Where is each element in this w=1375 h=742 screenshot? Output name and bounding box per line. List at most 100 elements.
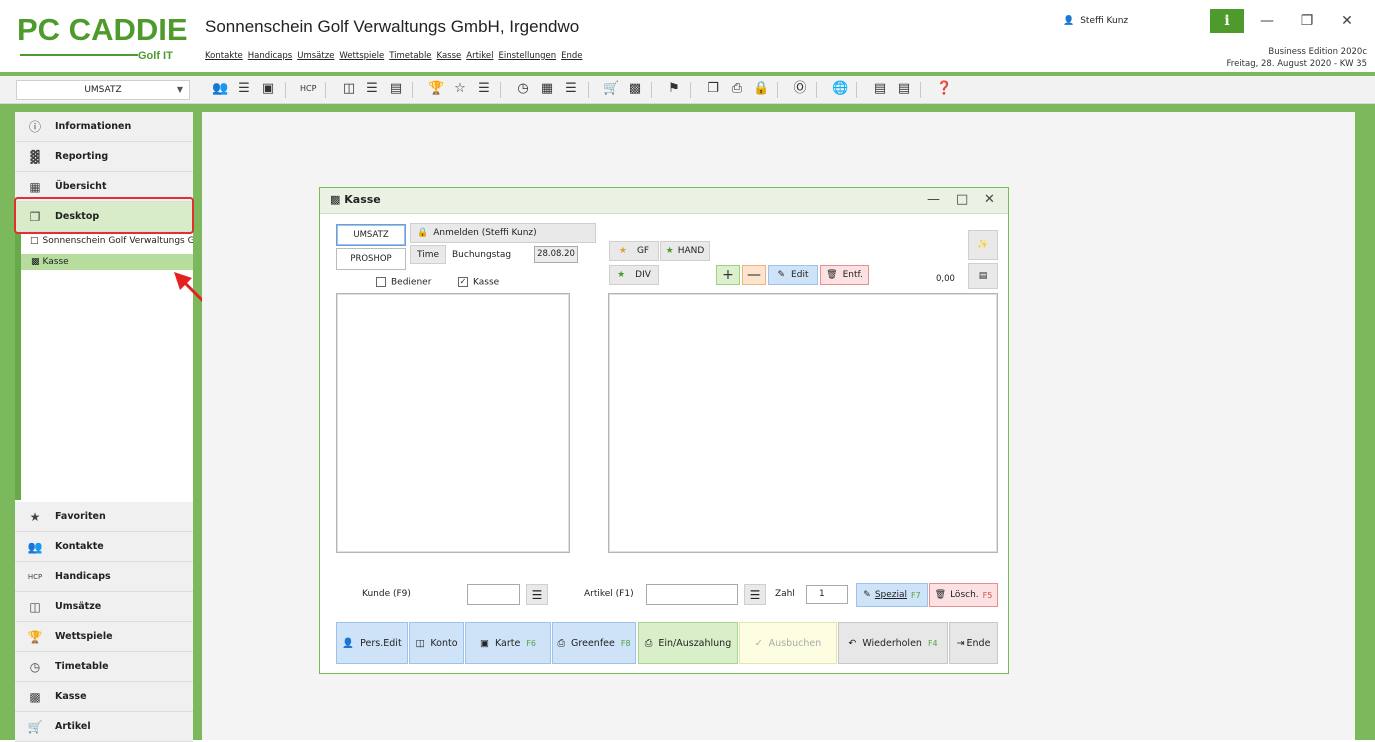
sidebar-item-wettspiele[interactable]: 🏆 Wettspiele [15,622,193,652]
maximize-icon[interactable]: □ [956,192,968,207]
document-icon[interactable]: ▤ [388,80,404,98]
anmelden-button[interactable]: 🔒 Anmelden (Steffi Kunz) [410,223,596,243]
entf-button[interactable]: 🗑 Entf. [820,265,869,285]
buchungstag-field[interactable]: 28.08.20 [534,246,578,263]
ausbuchen-button[interactable]: ✓ Ausbuchen [739,622,837,664]
lock-icon[interactable]: 🔒 [753,80,769,98]
coins-icon[interactable]: ◫ [341,80,357,98]
menu-handicaps[interactable]: Handicaps [248,51,292,61]
kunde-list-button[interactable]: ☰ [526,584,548,605]
bar-chart-icon: ▓ [30,149,40,164]
loesch-button[interactable]: 🗑 Lösch. F5 [929,583,998,607]
cash-register-icon[interactable]: ▩ [627,80,643,98]
ende-button[interactable]: ⇥ Ende [949,622,998,664]
minimize-icon[interactable]: — [1256,12,1278,30]
kasse-titlebar[interactable]: ▩ Kasse — □ ✕ [320,188,1008,214]
menu-artikel[interactable]: Artikel [466,51,493,61]
tab-proshop[interactable]: PROSHOP [336,248,406,270]
entf-label: Entf. [842,270,863,280]
menu-umsaetze[interactable]: Umsätze [297,51,334,61]
tree-item-company[interactable]: □ Sonnenschein Golf Verwaltungs Gmb [30,236,193,246]
coins-icon: ◫ [29,599,41,614]
sidebar-item-label: Wettspiele [55,631,113,642]
sidebar-item-umsaetze[interactable]: ◫ Umsätze [15,592,193,622]
mode-select[interactable]: UMSATZ ▼ [16,80,190,100]
list-icon[interactable]: ☰ [236,80,252,98]
g-circle-icon[interactable]: Ⓞ [792,80,808,98]
sidebar-item-kasse[interactable]: ▩ Kasse [15,682,193,712]
sidebar-item-handicaps[interactable]: HCP Handicaps [15,562,193,592]
karte-button[interactable]: ▣ Karte F6 [465,622,551,664]
minimize-icon[interactable]: — [927,192,940,207]
sidebar-item-reporting[interactable]: ▓ Reporting [15,142,193,172]
bediener-checkbox[interactable]: Bediener [376,277,431,288]
info-button[interactable]: i [1210,9,1244,33]
plus-button[interactable]: + [716,265,740,285]
zahl-input[interactable]: 1 [806,585,848,604]
highlight-box [14,197,194,234]
einauszahlung-button[interactable]: ⎙ Ein/Auszahlung [638,622,738,664]
list-icon: ☰ [749,587,761,602]
kasse-checkbox[interactable]: ✓ Kasse [458,277,499,288]
minus-button[interactable]: — [742,265,766,285]
word-doc-icon[interactable]: ▤ [872,80,888,98]
wiederholen-button[interactable]: ↶ Wiederholen F4 [838,622,948,664]
list-icon[interactable]: ☰ [364,80,380,98]
handicap-icon[interactable]: HCP [300,80,316,98]
restore-icon[interactable]: ❐ [1296,12,1318,30]
artikel-input[interactable] [646,584,738,605]
toolbar-separator [777,82,778,98]
menu-kasse[interactable]: Kasse [437,51,462,61]
menu-kontakte[interactable]: Kontakte [205,51,243,61]
excel-doc-icon[interactable]: ▤ [896,80,912,98]
artikel-list-button[interactable]: ☰ [744,584,766,605]
list-icon[interactable]: ☰ [563,80,579,98]
sidebar-item-label: Artikel [55,721,91,732]
kunde-input[interactable] [467,584,520,605]
sidebar-item-timetable[interactable]: ◷ Timetable [15,652,193,682]
magic-wand-button[interactable]: ✨ [968,230,998,260]
menu-timetable[interactable]: Timetable [389,51,431,61]
user-chip[interactable]: 👤 Steffi Kunz [1063,16,1128,26]
user-name: Steffi Kunz [1080,16,1129,26]
windows-icon[interactable]: ❐ [705,80,721,98]
time-button[interactable]: Time [410,245,446,264]
close-icon[interactable]: ✕ [1336,12,1358,30]
hand-button[interactable]: ★ HAND [660,241,710,261]
calendar-clock-icon[interactable]: ◷ [515,80,531,98]
calendar-icon[interactable]: ▦ [539,80,555,98]
globe-icon[interactable]: 🌐 [832,80,848,98]
loesch-label: Lösch. [950,590,979,600]
tree-item-kasse[interactable]: ▩ Kasse [21,254,193,270]
spezial-button[interactable]: ✎ Spezial F7 [856,583,928,607]
contact-person-icon[interactable]: 👥 [212,80,228,98]
right-list-panel[interactable] [608,293,998,553]
gf-button[interactable]: ★ GF [609,241,659,261]
golfer-icon[interactable]: ⚑ [666,80,682,98]
printer-icon[interactable]: ⎙ [729,80,745,98]
sidebar-item-favoriten[interactable]: ★ Favoriten [15,502,193,532]
menu-ende[interactable]: Ende [561,51,582,61]
sidebar-item-kontakte[interactable]: 👥 Kontakte [15,532,193,562]
menu-einstellungen[interactable]: Einstellungen [499,51,557,61]
edit-button[interactable]: ✎ Edit [768,265,818,285]
left-list-panel[interactable] [336,293,570,553]
menu-wettspiele[interactable]: Wettspiele [339,51,384,61]
trophy-icon[interactable]: 🏆 [428,80,444,98]
receipt-button[interactable]: ▤ [968,263,998,289]
cart-icon[interactable]: 🛒 [603,80,619,98]
sidebar-item-informationen[interactable]: ⓘ Informationen [15,112,193,142]
sidebar-item-artikel[interactable]: 🛒 Artikel [15,712,193,742]
sidebar-item-label: Informationen [55,121,132,132]
card-icon[interactable]: ▣ [260,80,276,98]
trophy-outline-icon[interactable]: ☆ [452,80,468,98]
close-icon[interactable]: ✕ [984,192,995,207]
sidebar-item-label: Übersicht [55,181,107,192]
greenfee-button[interactable]: ⎙ Greenfee F8 [552,622,636,664]
pers-edit-button[interactable]: 👤 Pers.Edit [336,622,408,664]
konto-button[interactable]: ◫ Konto [409,622,464,664]
list-icon[interactable]: ☰ [476,80,492,98]
div-button[interactable]: ★ DIV [609,265,659,285]
tab-umsatz[interactable]: UMSATZ [336,224,406,246]
help-icon[interactable]: ❓ [936,80,952,98]
